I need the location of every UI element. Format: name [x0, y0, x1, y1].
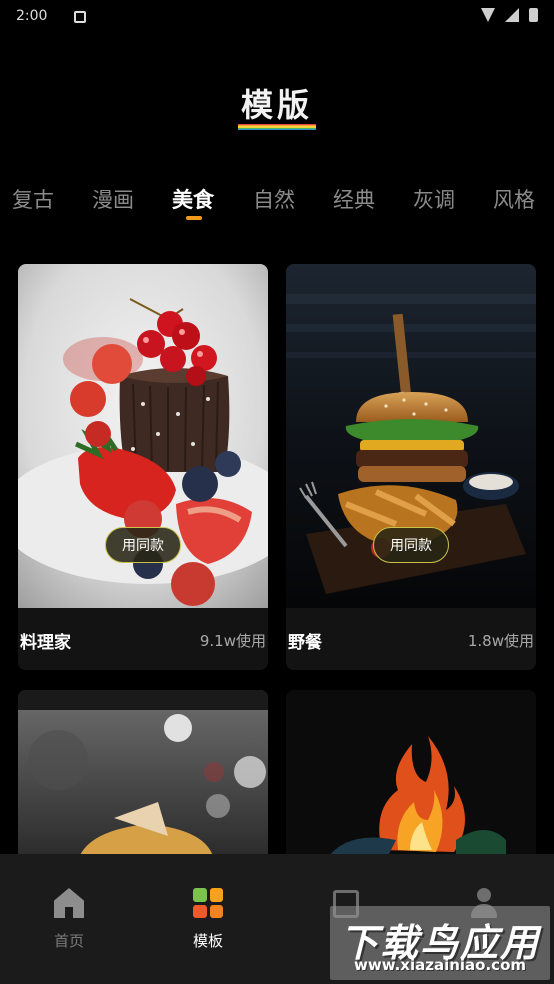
person-head [477, 888, 491, 902]
grid-square [209, 888, 223, 902]
watermark-url: www.xiazainiao.com [353, 956, 527, 974]
template-card[interactable]: 用同款 料理家 9.1w使用 [18, 264, 268, 670]
template-usage-count: 9.1w使用 [199, 632, 266, 650]
template-usage-count: 1.8w使用 [467, 632, 534, 650]
house-door [65, 907, 73, 918]
tab-food[interactable]: 美食 [172, 184, 214, 214]
status-bar: 2:00 [0, 0, 554, 34]
tab-gray-tone[interactable]: 灰调 [413, 184, 455, 214]
grid-squares [193, 888, 223, 918]
template-card[interactable] [286, 690, 536, 860]
tab-retro[interactable]: 复古 [12, 184, 54, 214]
template-image-flame [286, 690, 536, 860]
card-footer: 野餐 1.8w使用 [286, 608, 536, 670]
page-title: 模版 [240, 86, 313, 124]
use-same-template-button[interactable]: 用同款 [373, 527, 449, 563]
wifi-icon [481, 8, 495, 22]
grid-square [209, 904, 223, 918]
templates-grid-icon [191, 888, 225, 922]
notification-icon [74, 11, 86, 23]
template-name: 野餐 [288, 633, 322, 653]
tab-nature[interactable]: 自然 [253, 184, 295, 214]
tab-style[interactable]: 风格 [493, 184, 535, 214]
template-name: 料理家 [20, 633, 71, 653]
card-footer: 料理家 9.1w使用 [18, 608, 268, 670]
grid-square [193, 904, 207, 918]
title-rainbow-underline [238, 124, 316, 131]
nav-home[interactable]: 首页 [29, 888, 109, 951]
cellular-signal-icon [505, 8, 519, 22]
template-card[interactable] [18, 690, 268, 860]
watermark: 下载鸟应用 www.xiazainiao.com [330, 906, 550, 980]
template-image-sandwich [18, 690, 268, 860]
template-card[interactable]: 用同款 野餐 1.8w使用 [286, 264, 536, 670]
nav-label: 首页 [53, 932, 84, 950]
status-icons [481, 8, 538, 22]
category-tabs: 复古 漫画 美食 自然 经典 灰调 风格 [0, 184, 554, 224]
nav-label: 模板 [192, 932, 223, 950]
battery-icon [529, 8, 538, 22]
tab-comic[interactable]: 漫画 [92, 184, 134, 214]
use-same-template-button[interactable]: 用同款 [105, 527, 181, 563]
nav-templates[interactable]: 模板 [168, 888, 248, 951]
active-tab-indicator [186, 216, 202, 220]
tab-classic[interactable]: 经典 [333, 184, 375, 214]
grid-square [193, 888, 207, 902]
status-time: 2:00 [16, 8, 48, 24]
home-icon [52, 888, 86, 922]
rainbow-stripe [238, 128, 316, 131]
